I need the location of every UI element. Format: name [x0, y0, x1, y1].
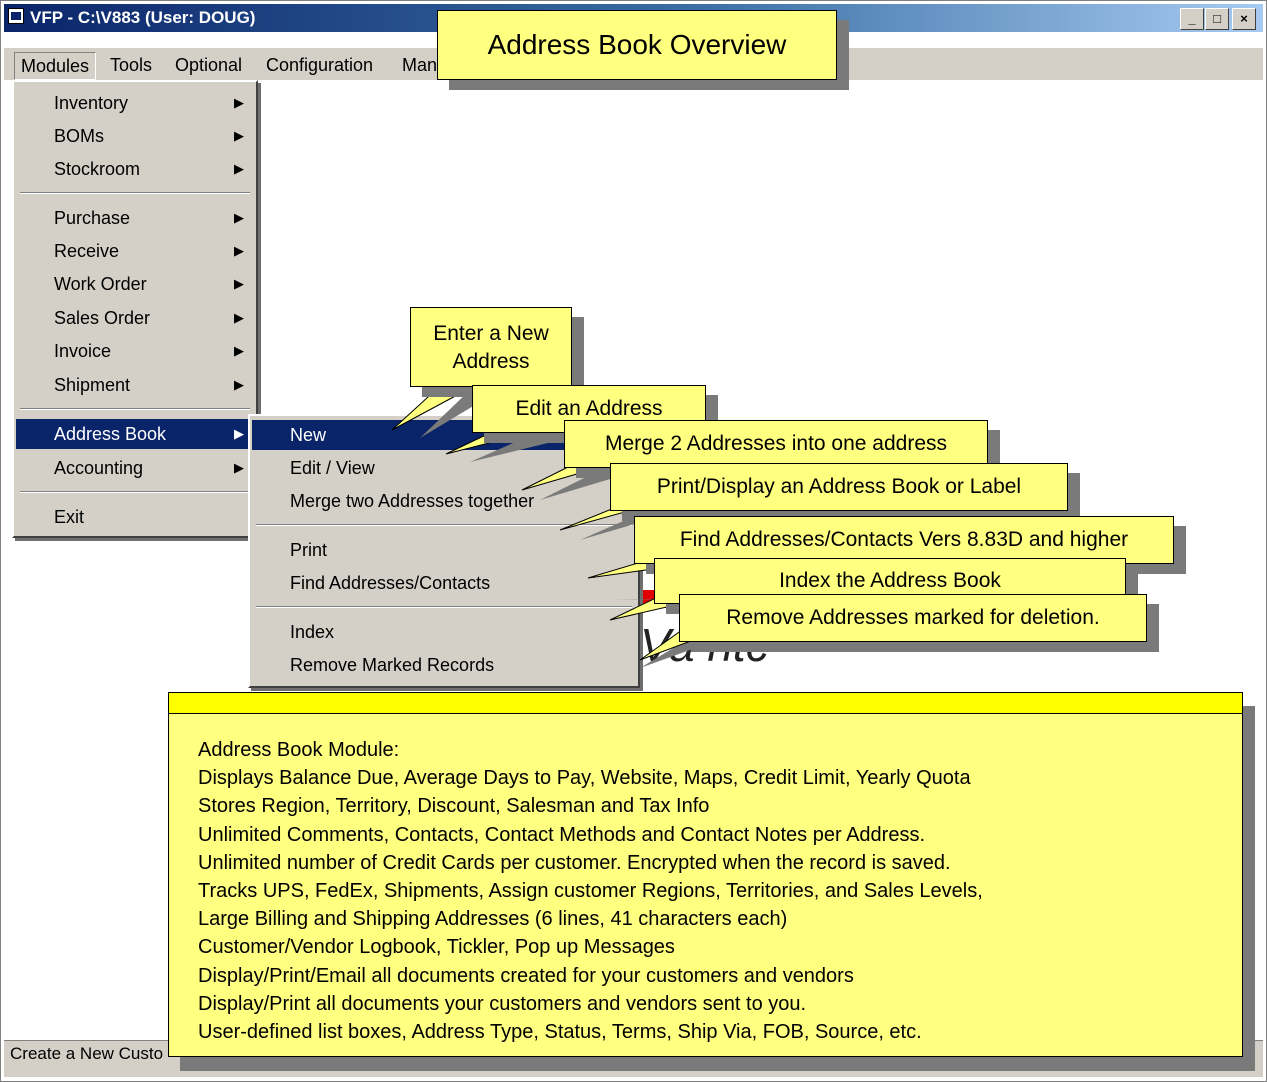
callout-remove: Remove Addresses marked for deletion.: [679, 594, 1147, 642]
title-callout: Address Book Overview: [437, 10, 837, 80]
overview-text: Address Book Module: Displays Balance Du…: [198, 736, 983, 1046]
overview-line: User-defined list boxes, Address Type, S…: [198, 1021, 922, 1044]
overview-box-header: [169, 693, 1242, 714]
callout-merge: Merge 2 Addresses into one address: [564, 420, 988, 468]
callout-line: Address: [452, 350, 530, 373]
callout-print: Print/Display an Address Book or Label: [610, 463, 1068, 511]
overview-line: Stores Region, Territory, Discount, Sale…: [198, 795, 710, 818]
callout-find: Find Addresses/Contacts Vers 8.83D and h…: [634, 516, 1174, 564]
overview-line: Displays Balance Due, Average Days to Pa…: [198, 767, 971, 790]
overview-line: Customer/Vendor Logbook, Tickler, Pop up…: [198, 936, 675, 959]
overview-line: Large Billing and Shipping Addresses (6 …: [198, 908, 788, 931]
overview-line: Display/Print all documents your custome…: [198, 992, 807, 1015]
overview-line: Display/Print/Email all documents create…: [198, 964, 854, 987]
overview-line: Unlimited Comments, Contacts, Contact Me…: [198, 823, 926, 846]
overview-line: Tracks UPS, FedEx, Shipments, Assign cus…: [198, 880, 983, 903]
overview-line: Unlimited number of Credit Cards per cus…: [198, 851, 951, 874]
overview-line: Address Book Module:: [198, 739, 400, 761]
callout-new-address: Enter a New Address: [410, 307, 572, 387]
callout-line: Enter a New: [433, 322, 549, 345]
